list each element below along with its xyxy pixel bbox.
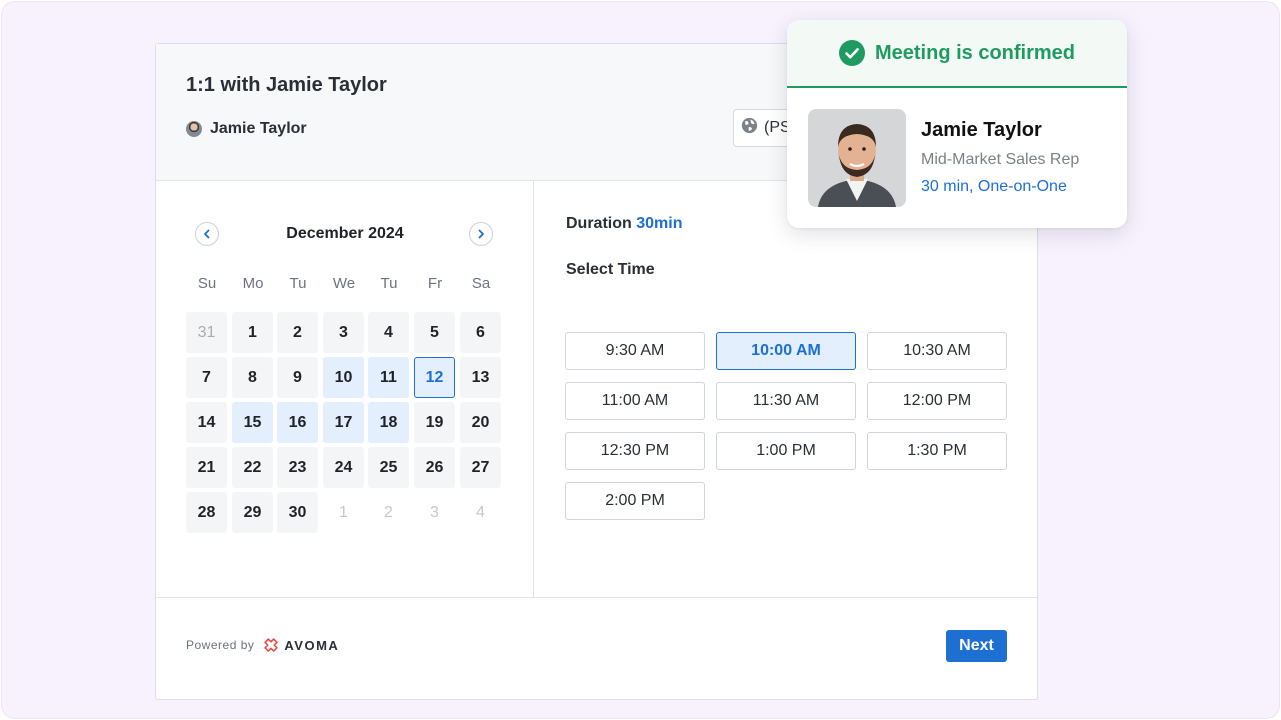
calendar-day: 4	[476, 503, 485, 521]
calendar-day[interactable]: 5	[414, 312, 455, 353]
calendar-day: 1	[339, 503, 348, 521]
host-name: Jamie Taylor	[210, 120, 307, 137]
avoma-logo-icon	[264, 638, 279, 652]
calendar-day[interactable]: 12	[414, 357, 455, 398]
time-slot-button[interactable]: 11:30 AM	[716, 382, 856, 420]
brand: AVOMA	[262, 636, 339, 654]
calendar-day[interactable]: 16	[277, 402, 318, 443]
chevron-right-icon	[478, 229, 484, 239]
calendar-day[interactable]: 17	[323, 402, 364, 443]
calendar-day[interactable]: 23	[277, 447, 318, 488]
calendar-day[interactable]: 11	[368, 357, 409, 398]
calendar-day[interactable]: 4	[368, 312, 409, 353]
weekday-label: Tu	[289, 275, 307, 292]
confirmation-role: Mid-Market Sales Rep	[921, 151, 1080, 168]
calendar-day[interactable]: 13	[460, 357, 501, 398]
confirmation-header: Meeting is confirmed	[787, 20, 1127, 88]
host-row: Jamie Taylor	[186, 120, 307, 138]
meeting-title: 1:1 with Jamie Taylor	[186, 74, 387, 96]
confirmation-name: Jamie Taylor	[921, 119, 1042, 141]
select-time-label: Select Time	[566, 261, 655, 278]
confirmation-popup: Meeting is confirmed Jamie Taylor Mid-Ma…	[787, 20, 1127, 228]
time-slot-button[interactable]: 1:00 PM	[716, 432, 856, 470]
weekday-label: Mo	[242, 275, 264, 292]
calendar-day[interactable]: 27	[460, 447, 501, 488]
calendar-day[interactable]: 24	[323, 447, 364, 488]
calendar-day[interactable]: 21	[186, 447, 227, 488]
calendar-day[interactable]: 19	[414, 402, 455, 443]
time-pane: Duration 30min Select Time 9:30 AM 10:00 …	[535, 181, 1039, 597]
weekday-label: Sa	[471, 275, 491, 292]
weekday-label: We	[332, 275, 356, 292]
calendar-day[interactable]: 14	[186, 402, 227, 443]
calendar-day[interactable]: 30	[277, 492, 318, 533]
calendar-day[interactable]: 3	[323, 312, 364, 353]
time-slot-button[interactable]: 10:30 AM	[867, 332, 1007, 370]
calendar-day[interactable]: 2	[277, 312, 318, 353]
calendar-day[interactable]: 28	[186, 492, 227, 533]
weekday-label: Fr	[427, 275, 443, 292]
card-footer: Powered by AVOMA Next	[156, 597, 1037, 701]
calendar-pane: December 2024 Su Mo Tu We Tu Fr Sa 31 1 2 3 4 5 6 7 8 9 1…	[156, 181, 534, 597]
powered-by: Powered by AVOMA	[186, 636, 339, 654]
time-slot-button[interactable]: 12:30 PM	[565, 432, 705, 470]
calendar-day[interactable]: 25	[368, 447, 409, 488]
powered-by-text: Powered by	[186, 638, 255, 652]
calendar-day[interactable]: 9	[277, 357, 318, 398]
calendar-day[interactable]: 8	[232, 357, 273, 398]
time-slot-button[interactable]: 12:00 PM	[867, 382, 1007, 420]
time-slot-button[interactable]: 2:00 PM	[565, 482, 705, 520]
calendar-day[interactable]: 26	[414, 447, 455, 488]
time-slot-button[interactable]: 9:30 AM	[565, 332, 705, 370]
calendar-day[interactable]: 22	[232, 447, 273, 488]
calendar-day[interactable]: 10	[323, 357, 364, 398]
next-month-button[interactable]	[469, 222, 493, 246]
time-slot-button[interactable]: 10:00 AM	[716, 332, 856, 370]
duration-value: 30min	[636, 215, 683, 232]
confirmation-meta[interactable]: 30 min, One-on-One	[921, 178, 1067, 196]
calendar-day[interactable]: 1	[232, 312, 273, 353]
calendar-day: 2	[384, 503, 393, 521]
globe-icon	[741, 117, 758, 139]
calendar-day: 3	[430, 503, 439, 521]
weekday-label: Tu	[380, 275, 398, 292]
host-photo	[808, 109, 906, 207]
calendar-day[interactable]: 7	[186, 357, 227, 398]
duration-label: Duration	[566, 215, 632, 232]
brand-name: AVOMA	[284, 637, 340, 653]
duration-row: Duration 30min	[566, 215, 682, 233]
calendar-day[interactable]: 15	[232, 402, 273, 443]
time-slot-button[interactable]: 1:30 PM	[867, 432, 1007, 470]
calendar-day[interactable]: 29	[232, 492, 273, 533]
calendar-day[interactable]: 20	[460, 402, 501, 443]
calendar-day[interactable]: 18	[368, 402, 409, 443]
time-slot-button[interactable]: 11:00 AM	[565, 382, 705, 420]
confirmation-title: Meeting is confirmed	[874, 41, 1076, 64]
calendar-day: 31	[186, 312, 227, 353]
check-circle-icon	[838, 40, 865, 66]
next-button[interactable]: Next	[946, 630, 1007, 662]
weekday-label: Su	[197, 275, 217, 292]
calendar-day[interactable]: 6	[460, 312, 501, 353]
host-avatar	[186, 121, 202, 137]
